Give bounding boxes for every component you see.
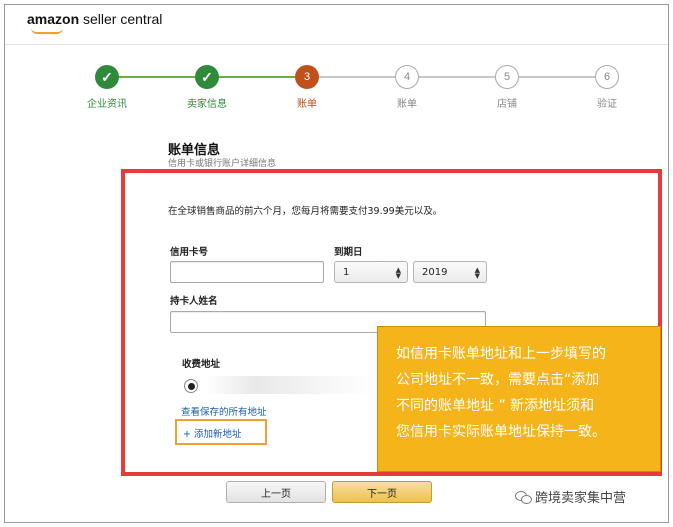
step-label: 账单 (297, 99, 317, 110)
expiry-label: 到期日 (334, 247, 363, 258)
logo-brand: amazon (27, 11, 80, 27)
amazon-smile-icon (31, 28, 63, 34)
step-label: 卖家信息 (187, 99, 227, 110)
section-subtitle: 信用卡或银行账户详细信息 (168, 159, 277, 169)
header: amazon seller central (5, 5, 668, 45)
step-label: 店铺 (497, 99, 517, 110)
previous-page-button[interactable]: 上一页 (226, 481, 326, 503)
card-number-input[interactable] (170, 261, 324, 283)
month-value: 1 (343, 266, 350, 278)
step-6: 6 验证 (562, 59, 652, 110)
view-saved-addresses-link[interactable]: 查看保存的所有地址 (181, 404, 267, 418)
year-value: 2019 (422, 266, 448, 278)
step-label: 企业资讯 (87, 99, 127, 110)
billing-address-label: 收费地址 (182, 359, 221, 370)
next-page-button[interactable]: 下一页 (332, 481, 432, 503)
radio-dot (187, 382, 195, 390)
updown-arrow-icon: ▲ ▼ (474, 266, 480, 280)
expiry-month-select[interactable]: 1 ▲ ▼ (334, 261, 408, 283)
saved-address-radio[interactable] (184, 379, 198, 393)
logo-text: seller central (79, 11, 163, 27)
address-redacted (205, 376, 375, 394)
expiry-year-select[interactable]: 2019 ▲ ▼ (413, 261, 487, 283)
callout-line: 您信用卡实际账单地址保持一致。 (396, 424, 606, 440)
check-icon: ✓ (95, 65, 119, 89)
step-2[interactable]: ✓ 卖家信息 (162, 59, 252, 110)
add-new-address-link[interactable]: + 添加新地址 (183, 426, 241, 440)
watermark: 跨境卖家集中营 (515, 487, 626, 506)
fee-notice: 在全球销售商品的前六个月，您每月将需要支付39.99美元以及。 (168, 206, 443, 217)
card-number-label: 信用卡号 (170, 247, 209, 258)
step-label: 验证 (597, 99, 617, 110)
step-5: 5 店铺 (462, 59, 552, 110)
step-1[interactable]: ✓ 企业资讯 (62, 59, 152, 110)
updown-arrow-icon: ▲ ▼ (395, 266, 401, 280)
annotation-callout: 如信用卡账单地址和上一步填写的 公司地址不一致，需要点击“添加 不同的账单地址 … (377, 326, 661, 472)
callout-line: 公司地址不一致，需要点击“添加 (396, 372, 600, 388)
callout-line: 如信用卡账单地址和上一步填写的 (396, 346, 606, 362)
callout-line: 不同的账单地址 ” 新添地址须和 (396, 398, 595, 414)
step-number: 4 (395, 65, 419, 89)
check-icon: ✓ (195, 65, 219, 89)
watermark-text: 跨境卖家集中营 (535, 491, 627, 506)
step-4: 4 账单 (362, 59, 452, 110)
step-number: 5 (495, 65, 519, 89)
amazon-seller-central-logo[interactable]: amazon seller central (27, 11, 163, 34)
progress-steps: ✓ 企业资讯 ✓ 卖家信息 3 账单 4 账单 5 店铺 6 验证 (5, 59, 668, 110)
step-3[interactable]: 3 账单 (262, 59, 352, 110)
step-label: 账单 (397, 99, 417, 110)
step-number: 3 (295, 65, 319, 89)
cardholder-label: 持卡人姓名 (170, 296, 218, 307)
step-number: 6 (595, 65, 619, 89)
wechat-icon (515, 490, 532, 504)
